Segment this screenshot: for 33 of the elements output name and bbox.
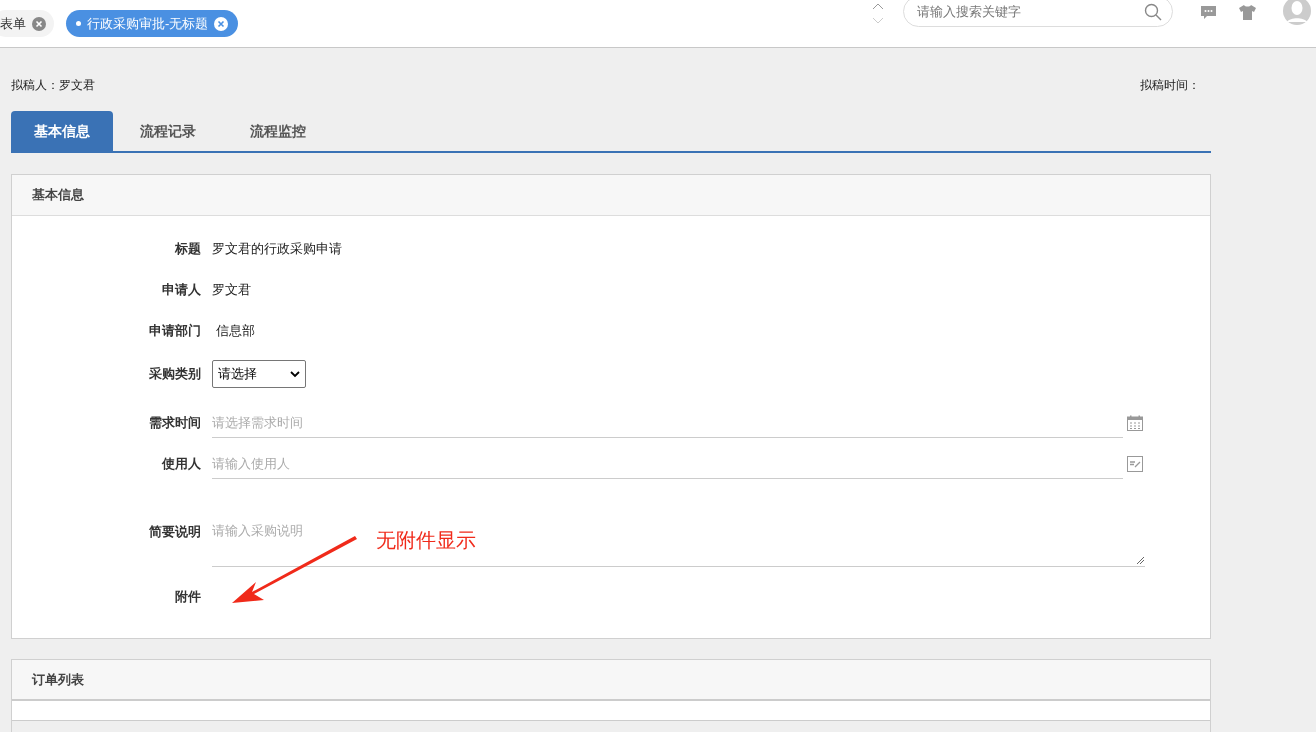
page-tab[interactable]: 行政采购审批-无标题 — [66, 10, 239, 37]
field-label: 使用人 — [160, 454, 202, 473]
form-tab[interactable]: 流程记录 — [113, 111, 223, 151]
resize-handle-icon — [1136, 556, 1145, 565]
shirt-icon[interactable] — [1239, 5, 1256, 20]
close-icon[interactable] — [214, 16, 229, 31]
field-value: 信息部 — [214, 321, 255, 340]
field-label: 附件 — [174, 588, 202, 607]
panel-title: 订单列表 — [32, 670, 84, 689]
search-placeholder: 请输入搜索关键字 — [917, 2, 1021, 21]
field-value: 罗文君的行政采购申请 — [212, 239, 342, 258]
annotation-text: 无附件显示 — [376, 530, 476, 550]
category-select[interactable]: 请选择 — [212, 360, 306, 388]
field-label: 简要说明 — [148, 523, 202, 541]
page-tab[interactable]: 表单 — [0, 10, 54, 37]
field-label: 申请人 — [161, 280, 202, 299]
field-label: 需求时间 — [148, 413, 202, 432]
drafter-label: 拟稿人：罗文君 — [11, 77, 95, 94]
close-icon[interactable] — [32, 16, 46, 31]
form-tab[interactable]: 流程监控 — [223, 111, 333, 151]
panel-title: 基本信息 — [32, 186, 84, 205]
chevron-down-icon — [290, 370, 300, 378]
draft-time-label: 拟稿时间： — [1140, 77, 1200, 94]
search-icon[interactable] — [1144, 2, 1162, 21]
field-label: 标题 — [174, 239, 202, 258]
field-label: 申请部门 — [148, 321, 202, 340]
calendar-icon[interactable] — [1127, 415, 1143, 431]
field-label: 采购类别 — [148, 365, 202, 384]
chat-icon[interactable] — [1200, 5, 1217, 20]
edit-icon[interactable] — [1127, 456, 1143, 472]
form-tab[interactable]: 基本信息 — [11, 111, 113, 151]
field-value: 罗文君 — [212, 280, 251, 299]
avatar-icon[interactable] — [1283, 0, 1311, 26]
